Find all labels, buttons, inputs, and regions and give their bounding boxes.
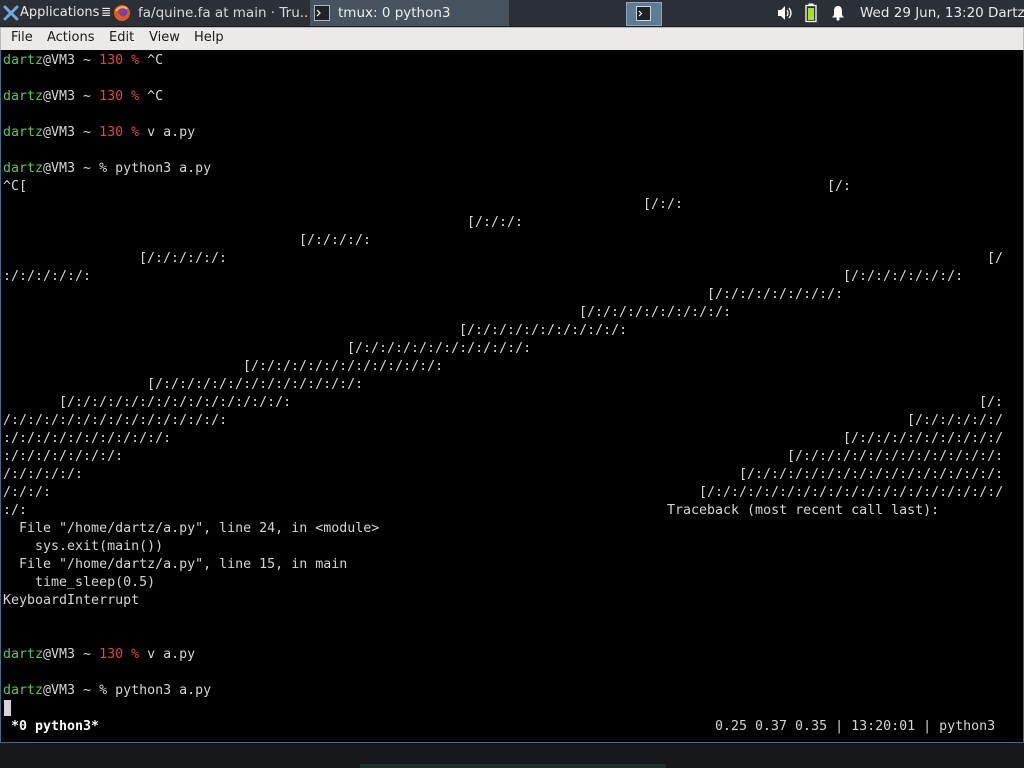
output-line: [/:	[979, 395, 1004, 410]
traceback-header: Traceback (most recent call last):	[667, 503, 940, 518]
output-line: [/:/:/:/:/:/:/:	[843, 269, 964, 284]
output-line: /:/:/:/:/:/:/:/:/:/:/:/:/:/:	[3, 413, 228, 428]
prompt-host: @VM3 ~	[43, 125, 100, 140]
command-text: python3 a.py	[107, 161, 212, 176]
prompt-line: dartz@VM3 ~ % python3 a.py	[3, 160, 211, 178]
output-line: [/	[987, 251, 1004, 266]
tmux-status-right: 0.25 0.37 0.35 | 13:20:01 | python3	[715, 719, 996, 734]
applications-label: Applications	[20, 5, 100, 20]
output-line: [/:/:/:/:/:/:/:/:/:/:/:/:	[243, 359, 444, 374]
menu-edit[interactable]: Edit	[109, 30, 134, 45]
task-label: fa/quine.fa at main · Tru...	[138, 5, 308, 21]
exit-code: 130	[99, 125, 124, 140]
output-line: ^C[	[3, 179, 28, 194]
traceback-line: time_sleep(0.5)	[3, 575, 156, 590]
applications-suffix: ≣	[101, 5, 110, 20]
output-line: :/:/:/:/:/:/:/:	[3, 449, 124, 464]
command-text: python3 a.py	[107, 683, 212, 698]
output-line: :/:/:/:/:/:	[3, 269, 92, 284]
prompt-symbol: %	[99, 161, 108, 176]
text-cursor	[4, 700, 11, 716]
output-line: [/:/:/:/:/:/:/:/:	[707, 287, 844, 302]
output-line: :/:	[3, 503, 28, 518]
prompt-line: dartz@VM3 ~ 130 % ^C	[3, 52, 163, 70]
workspace-switcher[interactable]	[626, 2, 662, 26]
output-line: /:/:/:/:/:	[3, 467, 84, 482]
output-line: [/:	[827, 179, 852, 194]
output-line: /:/:/:	[3, 485, 52, 500]
bottom-panel-edge	[360, 764, 666, 768]
applications-menu[interactable]: Applications ≣	[0, 0, 110, 26]
prompt-user: dartz	[3, 647, 44, 662]
clock[interactable]: Wed 29 Jun, 13:20	[860, 0, 984, 26]
traceback-line: File "/home/dartz/a.py", line 15, in mai…	[3, 557, 348, 572]
battery-icon[interactable]	[805, 3, 817, 23]
output-line: [/:/:/:/:/:/:/:/:/:/:/:/:/:	[147, 377, 364, 392]
prompt-symbol: %	[99, 683, 108, 698]
prompt-user: dartz	[3, 683, 44, 698]
prompt-host: @VM3 ~	[43, 647, 100, 662]
command-text: v a.py	[139, 647, 196, 662]
output-line: [/:/:/:/:/:/:/:/:/:/:	[459, 323, 628, 338]
prompt-line: dartz@VM3 ~ % python3 a.py	[3, 682, 211, 700]
output-line: :/:/:/:/:/:/:/:/:/:/:	[3, 431, 172, 446]
prompt-host: @VM3 ~	[43, 53, 100, 68]
exit-code: 130	[99, 53, 124, 68]
menu-bar: File Actions Edit View Help	[0, 27, 1024, 51]
xfce-logo-icon	[3, 5, 19, 21]
desktop-bottom	[0, 743, 1024, 768]
output-line: [/:/:/:/:/:/:/:/:/:/:/:/:/:/:	[59, 395, 292, 410]
output-line: [/:/:/:/:/:/:/:/:/:/:/:	[347, 341, 532, 356]
tmux-status-bar: *0 python3* 0.25 0.37 0.35 | 13:20:01 | …	[1, 716, 1023, 738]
traceback-line: File "/home/dartz/a.py", line 24, in <mo…	[3, 521, 380, 536]
prompt-user: dartz	[3, 161, 44, 176]
output-line: [/:/:	[643, 197, 684, 212]
prompt-symbol: %	[123, 89, 140, 104]
prompt-host: @VM3 ~	[43, 161, 100, 176]
command-text: ^C	[139, 89, 164, 104]
traceback-line: sys.exit(main())	[3, 539, 164, 554]
task-label: tmux: 0 python3	[338, 5, 451, 21]
user-menu[interactable]: Dartz	[988, 0, 1024, 26]
menu-actions[interactable]: Actions	[47, 30, 95, 45]
terminal-area[interactable]: dartz@VM3 ~ 130 % ^C dartz@VM3 ~ 130 % ^…	[0, 50, 1024, 743]
output-line: [/:/:/:/:/:/	[907, 413, 1004, 428]
output-line: [/:/:/:/:/:/:/:/:/:/	[843, 431, 1004, 446]
error-line: KeyboardInterrupt	[3, 593, 140, 608]
task-firefox[interactable]: fa/quine.fa at main · Tru...	[110, 0, 308, 26]
prompt-host: @VM3 ~	[43, 89, 100, 104]
exit-code: 130	[99, 647, 124, 662]
command-text: ^C	[139, 53, 164, 68]
menu-help[interactable]: Help	[194, 30, 224, 45]
prompt-line: dartz@VM3 ~ 130 % v a.py	[3, 646, 195, 664]
menu-file[interactable]: File	[11, 30, 33, 45]
prompt-line: dartz@VM3 ~ 130 % ^C	[3, 88, 163, 106]
prompt-user: dartz	[3, 125, 44, 140]
prompt-line: dartz@VM3 ~ 130 % v a.py	[3, 124, 195, 142]
tmux-window-tab[interactable]: *0 python3*	[11, 716, 99, 738]
firefox-icon	[114, 5, 130, 21]
prompt-user: dartz	[3, 53, 44, 68]
menu-view[interactable]: View	[149, 30, 180, 45]
prompt-symbol: %	[123, 125, 140, 140]
output-line: [/:/:/:/:/:	[139, 251, 228, 266]
prompt-host: @VM3 ~	[43, 683, 100, 698]
output-line: [/:/:/:	[467, 215, 524, 230]
command-text: v a.py	[139, 125, 196, 140]
exit-code: 130	[99, 89, 124, 104]
top-panel: Applications ≣ fa/quine.fa at main · Tru…	[0, 0, 1024, 26]
prompt-symbol: %	[123, 53, 140, 68]
prompt-symbol: %	[123, 647, 140, 662]
output-line: [/:/:/:/:/:/:/:/:/:/:/:/:/:	[787, 449, 1004, 464]
volume-icon[interactable]	[777, 5, 795, 21]
output-line: [/:/:/:/:/:/:/:/:/:/:/:/:/:/:/:/:	[739, 467, 1004, 482]
prompt-user: dartz	[3, 89, 44, 104]
terminal-icon	[636, 6, 651, 21]
task-terminal[interactable]: tmux: 0 python3	[310, 0, 509, 26]
output-line: [/:/:/:/:	[299, 233, 372, 248]
notification-bell-icon[interactable]	[830, 5, 846, 21]
output-line: [/:/:/:/:/:/:/:/:/:	[579, 305, 732, 320]
terminal-icon	[314, 5, 330, 21]
output-line: [/:/:/:/:/:/:/:/:/:/:/:/:/:/:/:/:/:/:/	[699, 485, 1004, 500]
